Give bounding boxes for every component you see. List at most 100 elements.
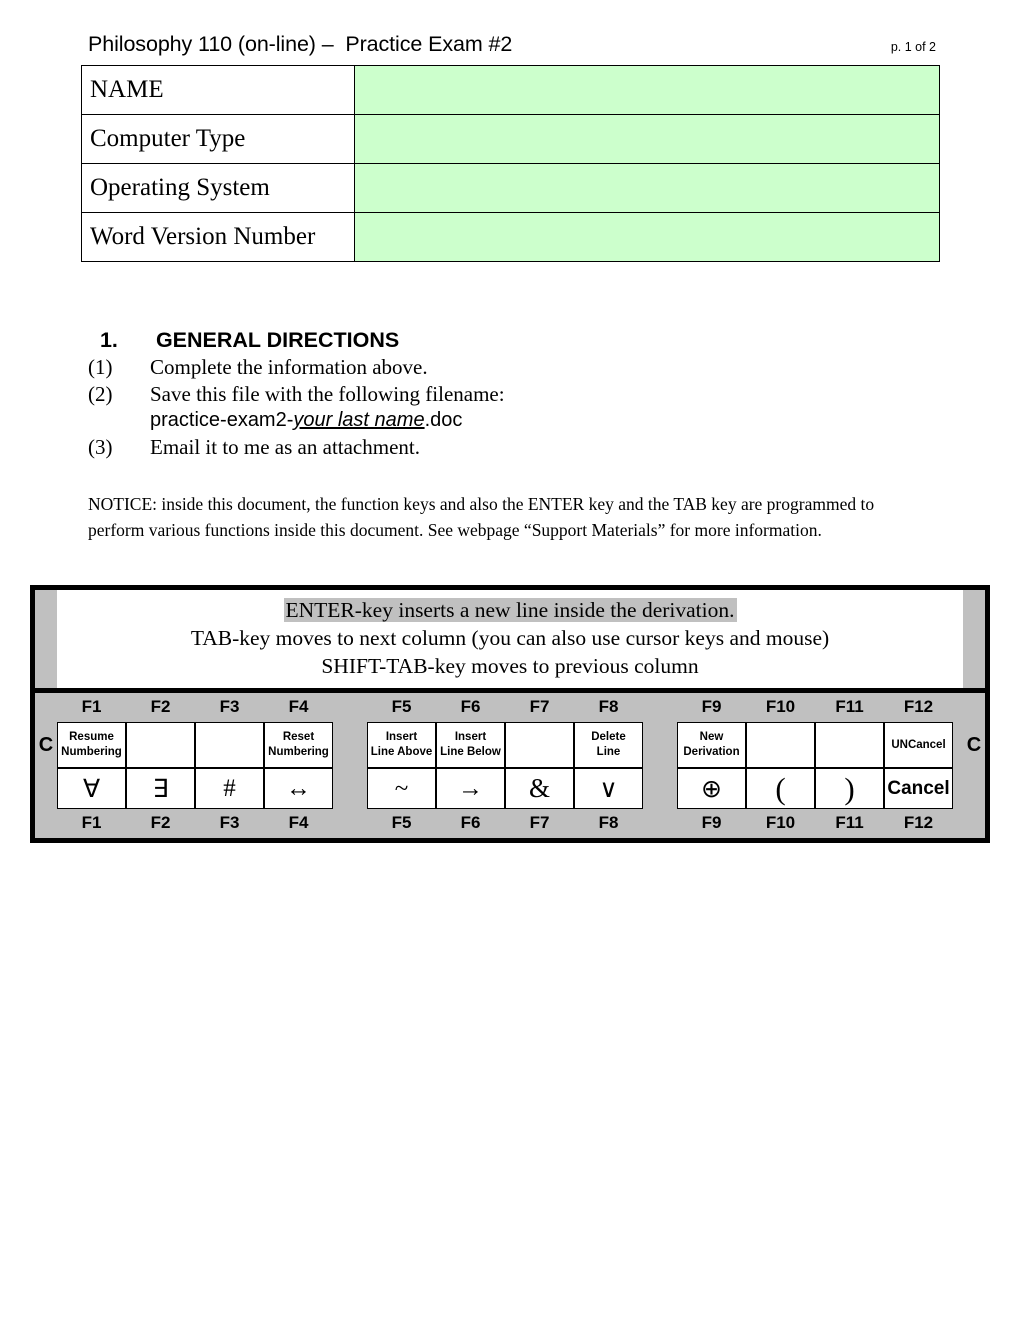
- function-key-panel: ENTER-key inserts a new line inside the …: [30, 585, 990, 843]
- fkey-function-f10[interactable]: [746, 722, 815, 768]
- list-item-number: (3): [88, 435, 113, 459]
- fkey-group-gap-1: [333, 722, 367, 768]
- fkey-function-f7[interactable]: [505, 722, 574, 768]
- symbol-disjunction-icon[interactable]: ∨: [574, 768, 643, 809]
- fkey-function-row: C Resume Numbering Reset Numbering Insert L…: [35, 722, 985, 768]
- symbol-biconditional-icon[interactable]: ↔: [264, 768, 333, 809]
- fkey-label-f5: F5: [367, 693, 436, 722]
- fkey-label-f7-bottom: F7: [505, 809, 574, 838]
- symbol-conditional-icon[interactable]: →: [436, 768, 505, 809]
- corner-spacer-left-bottom: [35, 809, 57, 838]
- fkey-group-gap-2: [643, 722, 677, 768]
- fkey-function-f11[interactable]: [815, 722, 884, 768]
- fkey-group-3: New Derivation UNCancel: [677, 722, 953, 768]
- symbol-close-paren-icon[interactable]: ): [815, 768, 884, 809]
- section-heading-general-directions: 1. GENERAL DIRECTIONS: [88, 303, 399, 353]
- fkey-group-3: ⊕ ( ) Cancel: [677, 768, 953, 809]
- fkey-label-f3-bottom: F3: [195, 809, 264, 838]
- info-label-word-version: Word Version Number: [81, 212, 355, 262]
- fkey-function-f9[interactable]: New Derivation: [677, 722, 746, 768]
- list-item-number: (2): [88, 381, 113, 406]
- banner-right-pad: [963, 590, 985, 688]
- info-label-computer-type: Computer Type: [81, 114, 355, 164]
- symbol-open-paren-icon[interactable]: (: [746, 768, 815, 809]
- page-indicator: p. 1 of 2: [890, 40, 936, 54]
- fkey-function-f6[interactable]: Insert Line Below: [436, 722, 505, 768]
- fkey-function-f12[interactable]: UNCancel: [884, 722, 953, 768]
- banner-line-enter: ENTER-key inserts a new line inside the …: [57, 596, 963, 624]
- fkey-label-f11-bottom: F11: [815, 809, 884, 838]
- fkey-function-f5[interactable]: Insert Line Above: [367, 722, 436, 768]
- fkey-group-gap-2: [643, 809, 677, 838]
- corner-spacer-right-bottom: [963, 809, 985, 838]
- fkey-group-1: Resume Numbering Reset Numbering: [57, 722, 333, 768]
- symbol-hash-icon[interactable]: #: [195, 768, 264, 809]
- fkey-function-f2[interactable]: [126, 722, 195, 768]
- fkey-function-f8[interactable]: Delete Line: [574, 722, 643, 768]
- section-number: 1.: [99, 328, 118, 352]
- list-item-text: Save this file with the following filena…: [150, 381, 505, 406]
- symbol-existential-quantifier-icon[interactable]: ∃: [126, 768, 195, 809]
- fkey-label-f9: F9: [677, 693, 746, 722]
- fkey-label-f4: F4: [264, 693, 333, 722]
- notice-paragraph: NOTICE: inside this document, the functi…: [88, 494, 875, 540]
- info-field-computer-type[interactable]: [354, 114, 940, 164]
- list-item: (2) Save this file with the following fi…: [88, 381, 788, 408]
- symbol-negation-icon[interactable]: ~: [367, 768, 436, 809]
- fkey-edge-gap-symbols: [953, 768, 963, 809]
- list-item: (1) Complete the information above.: [88, 354, 788, 381]
- table-row: NAME: [81, 65, 940, 115]
- fkey-group-gap-1: [333, 693, 367, 722]
- corner-spacer-left-symbols: [35, 768, 57, 809]
- section-heading-label: GENERAL DIRECTIONS: [155, 328, 400, 352]
- fkey-label-f2: F2: [126, 693, 195, 722]
- student-info-table: NAME Computer Type Operating System Word…: [81, 65, 940, 262]
- fkey-label-row-bottom: F1 F2 F3 F4 F5 F6 F7 F8 F9 F10 F11 F12: [35, 809, 985, 838]
- fkey-edge-gap-top: [953, 693, 963, 722]
- info-field-operating-system[interactable]: [354, 163, 940, 213]
- fkey-label-f7: F7: [505, 693, 574, 722]
- fkey-group-2: F5 F6 F7 F8: [367, 693, 643, 722]
- fkey-group-gap-1: [333, 809, 367, 838]
- symbol-universal-quantifier-icon[interactable]: ∀: [57, 768, 126, 809]
- fkey-groups-functions: Resume Numbering Reset Numbering Insert Lin…: [57, 722, 963, 768]
- list-item-text: Complete the information above.: [150, 355, 428, 379]
- banner-left-pad: [35, 590, 57, 688]
- function-key-grid: F1 F2 F3 F4 F5 F6 F7 F8 F9 F10 F11 F12 C…: [35, 688, 985, 838]
- fkey-group-3: F9 F10 F11 F12: [677, 809, 953, 838]
- filename-suffix: .doc: [424, 409, 463, 431]
- info-field-word-version[interactable]: [354, 212, 940, 262]
- corner-spacer-right-symbols: [963, 768, 985, 809]
- fkey-function-f1[interactable]: Resume Numbering: [57, 722, 126, 768]
- fkey-label-row-top: F1 F2 F3 F4 F5 F6 F7 F8 F9 F10 F11 F12: [35, 693, 985, 722]
- table-row: Operating System: [81, 163, 940, 213]
- filename-instruction: practice-exam2-your last name.doc: [150, 407, 788, 434]
- info-label-operating-system: Operating System: [81, 163, 355, 213]
- fkey-function-f3[interactable]: [195, 722, 264, 768]
- symbol-conjunction-icon[interactable]: &: [505, 768, 574, 809]
- fkey-label-f11: F11: [815, 693, 884, 722]
- filename-emphasis: your last name: [293, 409, 425, 431]
- fkey-function-f4[interactable]: Reset Numbering: [264, 722, 333, 768]
- fkey-label-f9-bottom: F9: [677, 809, 746, 838]
- cancel-button[interactable]: Cancel: [884, 768, 953, 809]
- banner-line-tab: TAB-key moves to next column (you can al…: [190, 626, 830, 650]
- info-field-name[interactable]: [354, 65, 940, 115]
- fkey-label-f12-bottom: F12: [884, 809, 953, 838]
- fkey-label-f12: F12: [884, 693, 953, 722]
- corner-spacer-right-top: [963, 693, 985, 722]
- banner-line-shift-tab: SHIFT-TAB-key moves to previous column: [321, 654, 699, 678]
- corner-spacer-left-top: [35, 693, 57, 722]
- fkey-label-f3: F3: [195, 693, 264, 722]
- table-row: Word Version Number: [81, 212, 940, 262]
- fkey-label-f1: F1: [57, 693, 126, 722]
- fkey-group-gap-2: [643, 693, 677, 722]
- banner-line-enter-text: ENTER-key inserts a new line inside the …: [283, 598, 737, 622]
- fkey-groups-bottom: F1 F2 F3 F4 F5 F6 F7 F8 F9 F10 F11 F12: [57, 809, 963, 838]
- fkey-label-f6: F6: [436, 693, 505, 722]
- fkey-label-f10: F10: [746, 693, 815, 722]
- fkey-group-2: Insert Line Above Insert Line Below Delete…: [367, 722, 643, 768]
- info-label-name: NAME: [81, 65, 355, 115]
- symbol-exclusive-or-icon[interactable]: ⊕: [677, 768, 746, 809]
- fkey-groups-symbols: ∀ ∃ # ↔ ~ → & ∨ ⊕ ( ) Cancel: [57, 768, 963, 809]
